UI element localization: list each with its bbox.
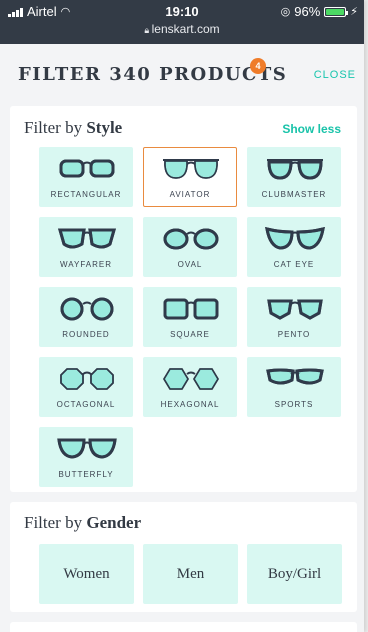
rotation-lock-icon: ◎ bbox=[280, 6, 291, 18]
close-button[interactable]: CLOSE bbox=[314, 69, 356, 81]
style-option-label: AVIATOR bbox=[169, 190, 211, 199]
lock-icon: 🔒︎ bbox=[144, 25, 152, 35]
filter-count-badge: 4 bbox=[250, 58, 266, 74]
style-option-hexagonal[interactable]: HEXAGONAL bbox=[143, 357, 237, 417]
style-option-sports[interactable]: SPORTS bbox=[247, 357, 341, 417]
battery-percent: 96% bbox=[294, 4, 321, 19]
style-option-rectangular[interactable]: RECTANGULAR bbox=[39, 147, 133, 207]
gender-filter-card: Filter by Gender Women Men Boy/Girl bbox=[10, 502, 357, 612]
url-text: lenskart.com bbox=[151, 22, 220, 36]
style-option-label: OVAL bbox=[177, 260, 203, 269]
style-option-octagonal[interactable]: OCTAGONAL bbox=[39, 357, 133, 417]
gender-option-boy-girl[interactable]: Boy/Girl bbox=[247, 544, 342, 604]
style-title-prefix: Filter by bbox=[24, 118, 83, 137]
page-title: FILTER 340 PRODUCTS bbox=[18, 64, 288, 85]
style-option-label: RECTANGULAR bbox=[50, 190, 122, 199]
style-option-label: SPORTS bbox=[274, 400, 314, 409]
next-filter-card bbox=[10, 622, 357, 632]
style-option-label: PENTO bbox=[277, 330, 311, 339]
style-title-bold: Style bbox=[86, 118, 123, 137]
cat-eye-glasses-icon bbox=[265, 226, 325, 250]
oval-glasses-icon bbox=[163, 228, 219, 250]
style-option-square[interactable]: SQUARE bbox=[143, 287, 237, 347]
clubmaster-glasses-icon bbox=[267, 159, 323, 180]
rectangular-glasses-icon bbox=[59, 159, 115, 178]
style-filter-card: Filter by Style Show less RECTANGULAR AVI… bbox=[10, 106, 357, 492]
show-less-button[interactable]: Show less bbox=[282, 122, 341, 136]
aviator-glasses-icon bbox=[163, 159, 219, 179]
battery-info: ◎ 96% ⚡︎ bbox=[281, 4, 358, 19]
style-option-label: CLUBMASTER bbox=[261, 190, 327, 199]
filter-header: FILTER 340 PRODUCTS 4 CLOSE bbox=[0, 44, 364, 102]
sports-glasses-icon bbox=[266, 368, 324, 385]
gender-filter-title: Filter by Gender bbox=[24, 513, 141, 533]
gender-option-men[interactable]: Men bbox=[143, 544, 238, 604]
style-option-butterfly[interactable]: BUTTERFLY bbox=[39, 427, 133, 487]
battery-fill bbox=[326, 8, 344, 15]
style-option-cat-eye[interactable]: CAT EYE bbox=[247, 217, 341, 277]
style-option-label: BUTTERFLY bbox=[58, 470, 114, 479]
style-option-label: ROUNDED bbox=[62, 330, 110, 339]
square-glasses-icon bbox=[163, 298, 219, 320]
style-filter-title: Filter by Style bbox=[24, 118, 122, 138]
gender-title-prefix: Filter by bbox=[24, 513, 83, 532]
charging-icon: ⚡︎ bbox=[350, 6, 358, 18]
style-option-clubmaster[interactable]: CLUBMASTER bbox=[247, 147, 341, 207]
rounded-glasses-icon bbox=[60, 297, 114, 321]
status-bar: Airtel ◠ 19:10 🔒︎ lenskart.com ◎ 96% ⚡︎ bbox=[0, 0, 364, 44]
gender-option-women[interactable]: Women bbox=[39, 544, 134, 604]
pento-glasses-icon bbox=[267, 299, 323, 320]
app-screen: Airtel ◠ 19:10 🔒︎ lenskart.com ◎ 96% ⚡︎ … bbox=[0, 0, 364, 632]
hexagonal-glasses-icon bbox=[163, 368, 219, 390]
style-option-rounded[interactable]: ROUNDED bbox=[39, 287, 133, 347]
style-option-oval[interactable]: OVAL bbox=[143, 217, 237, 277]
style-option-label: CAT EYE bbox=[273, 260, 315, 269]
style-option-label: HEXAGONAL bbox=[160, 400, 220, 409]
url-bar[interactable]: 🔒︎ lenskart.com bbox=[0, 22, 364, 36]
style-option-label: SQUARE bbox=[170, 330, 210, 339]
gender-title-bold: Gender bbox=[86, 513, 142, 532]
wayfarer-glasses-icon bbox=[58, 228, 116, 249]
battery-icon bbox=[324, 6, 349, 17]
style-option-aviator[interactable]: AVIATOR bbox=[143, 147, 237, 207]
style-option-label: OCTAGONAL bbox=[56, 400, 116, 409]
butterfly-glasses-icon bbox=[57, 438, 117, 459]
octagonal-glasses-icon bbox=[60, 368, 114, 390]
style-option-wayfarer[interactable]: WAYFARER bbox=[39, 217, 133, 277]
style-option-pento[interactable]: PENTO bbox=[247, 287, 341, 347]
style-option-label: WAYFARER bbox=[59, 260, 112, 269]
